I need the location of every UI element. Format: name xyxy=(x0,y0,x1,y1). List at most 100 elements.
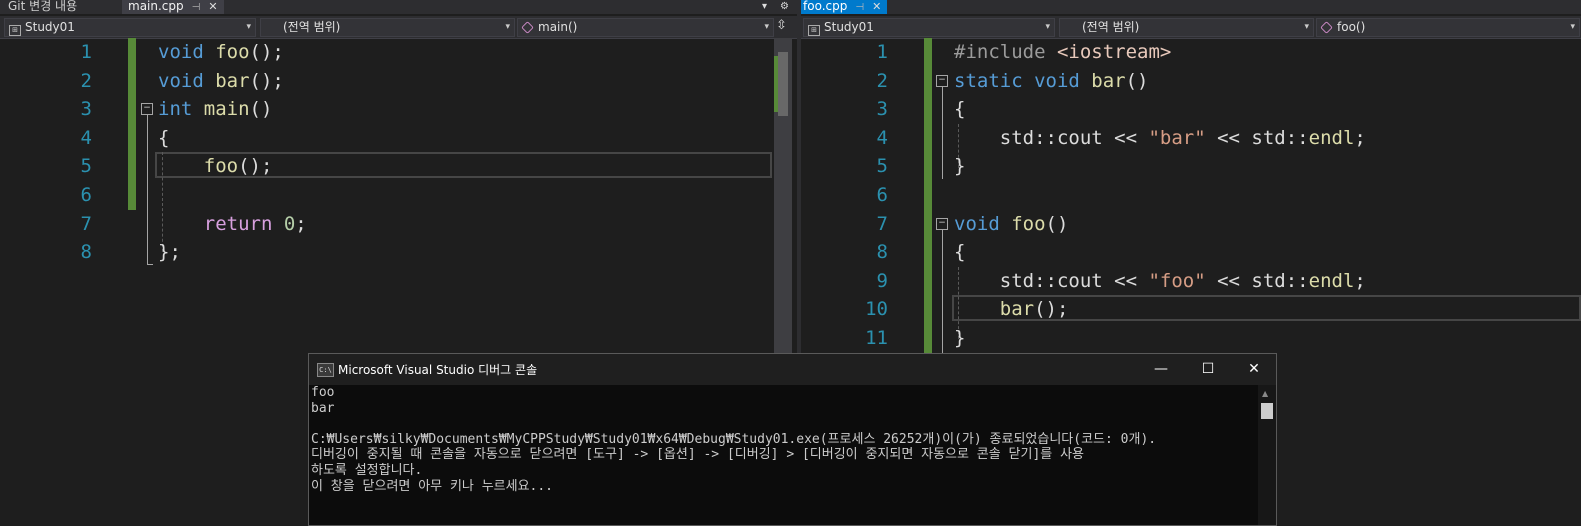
code-text: }; xyxy=(158,238,181,266)
fold-line xyxy=(147,115,148,265)
console-output[interactable]: foo bar C:₩Users₩silky₩Documents₩MyCPPSt… xyxy=(309,385,1261,525)
code-token: foo xyxy=(1011,212,1046,235)
tab-foo-cpp-label: foo.cpp xyxy=(803,0,848,13)
close-icon[interactable]: ✕ xyxy=(1231,354,1277,385)
code-token: << std:: xyxy=(1205,126,1309,149)
code-text: std::cout << "foo" << std::endl; xyxy=(954,267,1366,295)
scope-dropdown[interactable]: (전역 범위) ▾ xyxy=(1059,18,1314,37)
tab-git-changes[interactable]: Git 변경 내용 xyxy=(8,0,77,14)
tab-git-changes-label: Git 변경 내용 xyxy=(8,0,78,13)
line-number: 9 xyxy=(876,269,888,292)
left-navigation-bar: ⊞ Study01 ▾ (전역 범위) ▾ main() ▾ ⇳ xyxy=(0,16,797,39)
code-text: { xyxy=(954,95,965,123)
line-number: 6 xyxy=(876,184,888,206)
minimize-icon[interactable]: — xyxy=(1138,354,1184,385)
code-text: void bar(); xyxy=(158,67,284,95)
scrollbar-thumb[interactable] xyxy=(1261,403,1273,419)
code-token: (); xyxy=(249,41,284,63)
close-icon[interactable]: ✕ xyxy=(872,0,881,13)
code-token: void xyxy=(158,69,216,92)
code-token: (); xyxy=(238,155,273,178)
line-number: 2 xyxy=(80,69,92,92)
code-token: foo xyxy=(215,41,250,63)
scope-dropdown-label: (전역 범위) xyxy=(283,20,341,34)
tab-foo-cpp[interactable]: foo.cpp ⊣ ✕ xyxy=(801,0,888,14)
project-dropdown-label: Study01 xyxy=(25,20,75,34)
project-icon: ⊞ xyxy=(9,25,21,36)
console-app-icon: C:\ xyxy=(317,363,334,377)
code-text: std::cout << "bar" << std::endl; xyxy=(954,124,1366,152)
code-token: () xyxy=(249,98,273,121)
code-text: foo(); xyxy=(158,152,273,180)
code-token: endl xyxy=(1308,269,1355,292)
gear-icon[interactable]: ⚙ xyxy=(780,0,789,14)
line-number: 7 xyxy=(80,212,92,235)
console-scrollbar[interactable]: ▲ xyxy=(1258,385,1276,525)
console-title: Microsoft Visual Studio 디버그 콘솔 xyxy=(338,363,538,377)
console-line: C:₩Users₩silky₩Documents₩MyCPPStudy₩Stud… xyxy=(311,431,1157,447)
code-token: }; xyxy=(158,241,181,264)
code-token: ; xyxy=(295,212,307,235)
code-text: #include <iostream> xyxy=(954,38,1171,66)
line-number: 1 xyxy=(876,41,888,63)
code-token: << std:: xyxy=(1205,269,1309,292)
chevron-up-icon[interactable]: ▲ xyxy=(1262,389,1268,398)
code-text: { xyxy=(158,124,169,152)
console-title-bar[interactable]: C:\ Microsoft Visual Studio 디버그 콘솔 — ☐ ✕ xyxy=(309,354,1276,385)
fold-line xyxy=(942,87,943,179)
right-tab-strip: foo.cpp ⊣ ✕ xyxy=(801,0,1581,14)
maximize-icon[interactable]: ☐ xyxy=(1185,354,1231,385)
code-token: #include xyxy=(954,41,1057,63)
code-token: (); xyxy=(1034,298,1069,321)
chevron-down-icon: ▾ xyxy=(505,22,510,32)
console-line: bar xyxy=(311,400,335,416)
collapse-icon[interactable]: − xyxy=(141,103,153,115)
split-icon[interactable]: ⇳ xyxy=(776,18,787,33)
method-icon xyxy=(1320,21,1333,34)
member-dropdown-label: main() xyxy=(538,20,578,34)
chevron-down-icon: ▾ xyxy=(1570,22,1575,32)
project-dropdown[interactable]: ⊞ Study01 ▾ xyxy=(4,18,256,37)
chevron-down-icon[interactable]: ▾ xyxy=(762,0,767,14)
project-dropdown[interactable]: ⊞ Study01 ▾ xyxy=(803,18,1055,37)
code-token: foo xyxy=(203,155,239,178)
line-number: 4 xyxy=(80,126,92,149)
line-number: 8 xyxy=(876,241,888,264)
code-token: return xyxy=(203,212,284,235)
project-icon: ⊞ xyxy=(808,25,820,36)
code-token: bar xyxy=(1091,69,1126,92)
collapse-icon[interactable]: − xyxy=(936,75,948,87)
code-token: main xyxy=(203,98,250,121)
line-number: 3 xyxy=(876,98,888,121)
code-token: void xyxy=(954,212,1012,235)
scrollbar-thumb[interactable] xyxy=(778,52,788,116)
member-dropdown[interactable]: foo() ▾ xyxy=(1316,18,1580,37)
code-token: void xyxy=(158,41,216,63)
pin-icon[interactable]: ⊣ xyxy=(192,1,201,14)
project-dropdown-label: Study01 xyxy=(824,20,874,34)
close-icon[interactable]: ✕ xyxy=(208,0,217,13)
code-token: } xyxy=(954,327,966,349)
method-icon xyxy=(521,21,534,34)
right-navigation-bar: ⊞ Study01 ▾ (전역 범위) ▾ foo() ▾ xyxy=(801,16,1581,39)
scope-dropdown[interactable]: (전역 범위) ▾ xyxy=(260,18,515,37)
member-dropdown-label: foo() xyxy=(1337,20,1366,34)
code-token: { xyxy=(158,126,170,149)
collapse-icon[interactable]: − xyxy=(936,218,948,230)
tab-main-cpp[interactable]: main.cpp ⊣ ✕ xyxy=(122,0,224,14)
pin-icon[interactable]: ⊣ xyxy=(855,1,864,14)
tab-main-cpp-label: main.cpp xyxy=(128,0,184,13)
code-text: void foo() xyxy=(954,210,1068,238)
debug-console-window[interactable]: C:\ Microsoft Visual Studio 디버그 콘솔 — ☐ ✕… xyxy=(308,353,1277,526)
code-token: (); xyxy=(249,69,284,92)
code-token: bar xyxy=(215,69,250,92)
code-token: "foo" xyxy=(1148,269,1206,292)
line-number: 5 xyxy=(80,155,92,178)
line-number: 4 xyxy=(876,126,888,149)
code-text: static void bar() xyxy=(954,67,1149,95)
line-number: 5 xyxy=(876,155,888,178)
member-dropdown[interactable]: main() ▾ xyxy=(517,18,774,37)
